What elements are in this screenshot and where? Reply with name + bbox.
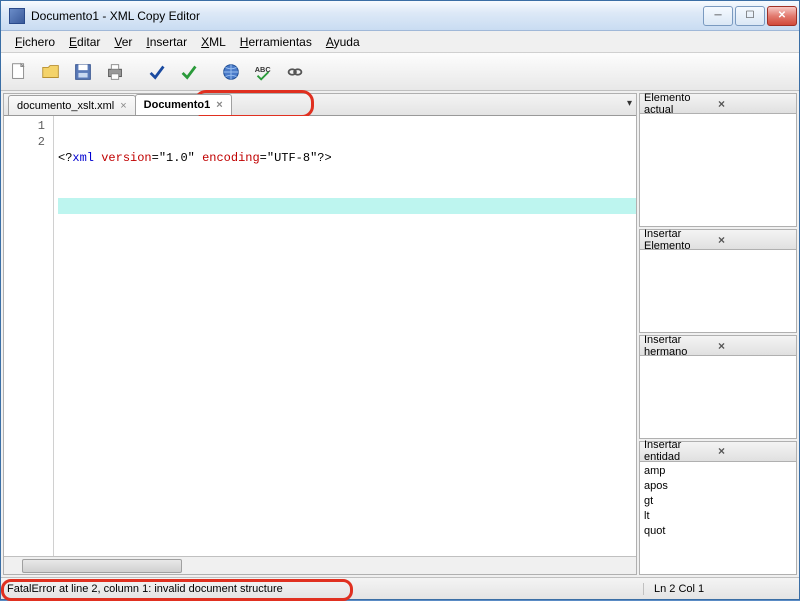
tab-documento1[interactable]: Documento1 × — [135, 94, 232, 115]
panel-header[interactable]: Insertar hermano × — [640, 336, 796, 356]
panel-current-element: Elemento actual × — [639, 93, 797, 227]
panel-close-icon[interactable]: × — [718, 444, 792, 458]
save-button[interactable] — [69, 58, 97, 86]
list-item[interactable]: lt — [644, 509, 792, 524]
menu-fichero[interactable]: Fichero — [9, 33, 61, 51]
tab-documento-xslt[interactable]: documento_xslt.xml × — [8, 95, 136, 115]
tab-close-icon[interactable]: × — [120, 100, 126, 112]
code-line-2[interactable] — [58, 198, 636, 214]
panel-insert-entity: Insertar entidad × amp apos gt lt quot — [639, 441, 797, 575]
panel-close-icon[interactable]: × — [718, 339, 792, 353]
panel-insert-element: Insertar Elemento × — [639, 229, 797, 333]
status-message: FatalError at line 2, column 1: invalid … — [7, 583, 643, 595]
statusbar: FatalError at line 2, column 1: invalid … — [1, 577, 799, 599]
panel-header[interactable]: Insertar entidad × — [640, 442, 796, 462]
editor-pane: documento_xslt.xml × Documento1 × ▾ 1 2 … — [3, 93, 637, 575]
horizontal-scrollbar[interactable] — [4, 556, 636, 574]
code-area[interactable]: <?xml version="1.0" encoding="UTF-8"?> — [54, 116, 636, 556]
cursor-position: Ln 2 Col 1 — [643, 583, 793, 595]
menu-editar[interactable]: Editar — [63, 33, 106, 51]
maximize-button[interactable]: ☐ — [735, 6, 765, 26]
tab-label: documento_xslt.xml — [17, 100, 114, 112]
menu-ver[interactable]: Ver — [108, 33, 138, 51]
panel-body — [640, 250, 796, 332]
menubar: Fichero Editar Ver Insertar XML Herramie… — [1, 31, 799, 53]
line-gutter: 1 2 — [4, 116, 54, 556]
panel-body — [640, 356, 796, 438]
validate-button[interactable] — [175, 58, 203, 86]
menu-herramientas[interactable]: Herramientas — [234, 33, 318, 51]
code-editor[interactable]: 1 2 <?xml version="1.0" encoding="UTF-8"… — [4, 116, 636, 556]
panel-insert-sibling: Insertar hermano × — [639, 335, 797, 439]
menu-insertar[interactable]: Insertar — [140, 33, 193, 51]
list-item[interactable]: amp — [644, 464, 792, 479]
minimize-button[interactable]: ─ — [703, 6, 733, 26]
tab-label: Documento1 — [144, 99, 211, 111]
document-tabs: documento_xslt.xml × Documento1 × ▾ — [4, 94, 636, 116]
panel-close-icon[interactable]: × — [718, 233, 792, 247]
spellcheck-button[interactable]: ABC — [249, 58, 277, 86]
tabs-dropdown-icon[interactable]: ▾ — [627, 98, 632, 109]
panel-header[interactable]: Insertar Elemento × — [640, 230, 796, 250]
new-file-button[interactable] — [5, 58, 33, 86]
toolbar: ABC — [1, 53, 799, 91]
window-title: Documento1 - XML Copy Editor — [31, 9, 703, 23]
titlebar[interactable]: Documento1 - XML Copy Editor ─ ☐ ✕ — [1, 1, 799, 31]
panel-header[interactable]: Elemento actual × — [640, 94, 796, 114]
entity-list[interactable]: amp apos gt lt quot — [640, 462, 796, 574]
check-wellformed-button[interactable] — [143, 58, 171, 86]
content-area: documento_xslt.xml × Documento1 × ▾ 1 2 … — [1, 91, 799, 577]
open-file-button[interactable] — [37, 58, 65, 86]
close-button[interactable]: ✕ — [767, 6, 797, 26]
menu-ayuda[interactable]: Ayuda — [320, 33, 366, 51]
list-item[interactable]: apos — [644, 479, 792, 494]
print-button[interactable] — [101, 58, 129, 86]
app-window: Documento1 - XML Copy Editor ─ ☐ ✕ Fiche… — [0, 0, 800, 600]
browser-button[interactable] — [217, 58, 245, 86]
panel-body — [640, 114, 796, 226]
list-item[interactable]: gt — [644, 494, 792, 509]
scrollbar-thumb[interactable] — [22, 559, 182, 573]
code-line-1[interactable]: <?xml version="1.0" encoding="UTF-8"?> — [58, 150, 636, 166]
tab-close-icon[interactable]: × — [216, 99, 222, 111]
panel-close-icon[interactable]: × — [718, 97, 792, 111]
link-button[interactable] — [281, 58, 309, 86]
sidebar: Elemento actual × Insertar Elemento × In… — [639, 91, 799, 577]
list-item[interactable]: quot — [644, 524, 792, 539]
app-icon — [9, 8, 25, 24]
menu-xml[interactable]: XML — [195, 33, 232, 51]
